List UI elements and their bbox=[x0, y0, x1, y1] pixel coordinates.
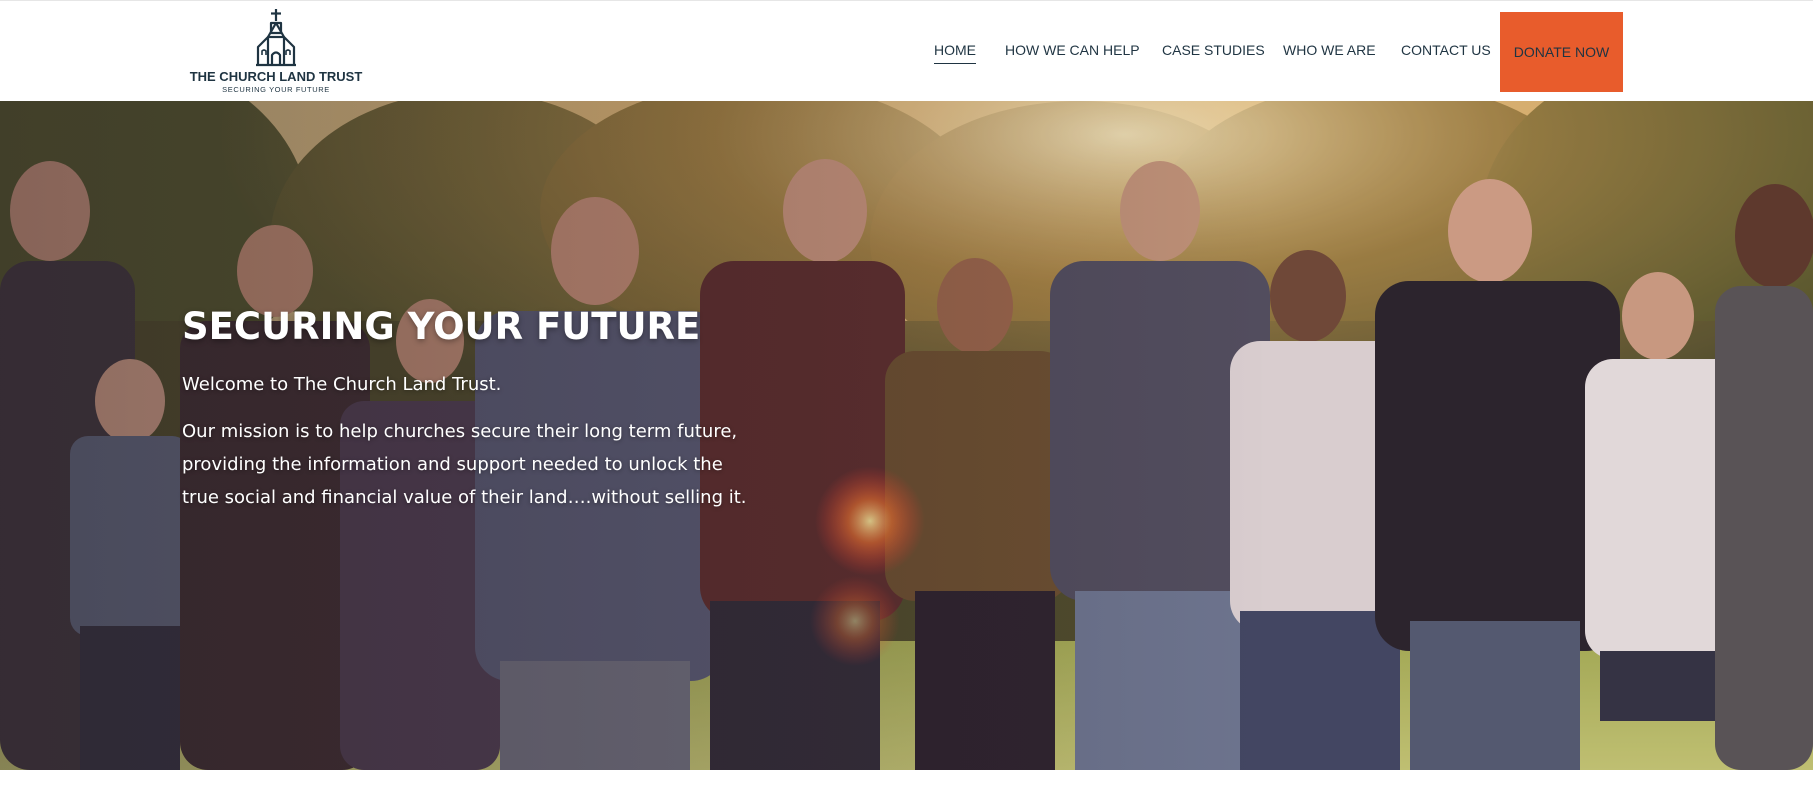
site-header: THE CHURCH LAND TRUST SECURING YOUR FUTU… bbox=[0, 0, 1813, 101]
hero-content: SECURING YOUR FUTURE Welcome to The Chur… bbox=[182, 304, 782, 514]
hero-banner: SECURING YOUR FUTURE Welcome to The Chur… bbox=[0, 101, 1813, 770]
nav-home[interactable]: HOME bbox=[934, 42, 976, 64]
hero-title: SECURING YOUR FUTURE bbox=[182, 305, 701, 348]
hero-mission-text: Our mission is to help churches secure t… bbox=[182, 421, 747, 508]
logo-tagline: SECURING YOUR FUTURE bbox=[222, 85, 330, 94]
nav-who-we-are[interactable]: WHO WE ARE bbox=[1283, 42, 1376, 63]
site-logo[interactable]: THE CHURCH LAND TRUST SECURING YOUR FUTU… bbox=[188, 7, 364, 99]
nav-case-studies[interactable]: CASE STUDIES bbox=[1162, 42, 1265, 63]
logo-title: THE CHURCH LAND TRUST bbox=[189, 69, 363, 84]
donate-now-button[interactable]: DONATE NOW bbox=[1500, 12, 1623, 92]
nav-how-we-can-help[interactable]: HOW WE CAN HELP bbox=[1005, 42, 1140, 63]
nav-contact-us[interactable]: CONTACT US bbox=[1401, 42, 1491, 63]
page: THE CHURCH LAND TRUST SECURING YOUR FUTU… bbox=[0, 0, 1813, 794]
hero-welcome-text: Welcome to The Church Land Trust. bbox=[182, 374, 502, 395]
church-icon bbox=[256, 9, 296, 67]
